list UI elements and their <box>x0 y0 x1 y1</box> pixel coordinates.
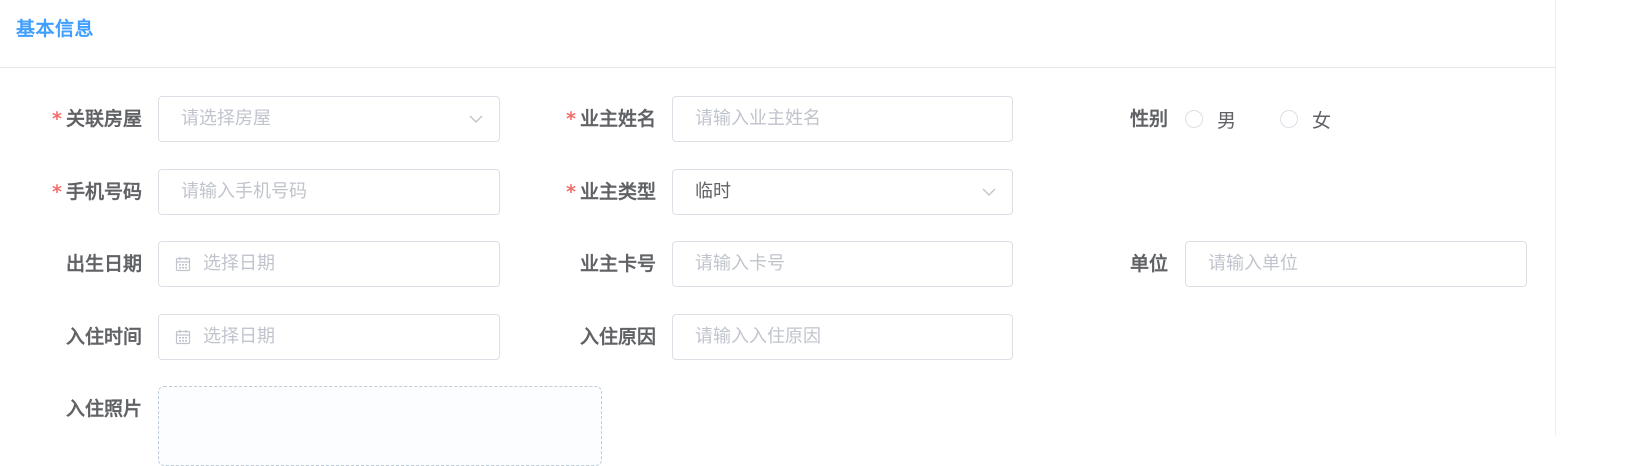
checkin-time-label: 入住时间 <box>65 326 142 348</box>
gender-option-female: 女 <box>1312 109 1332 132</box>
basic-info-card: 基本信息 * 关联房屋 请选择房屋 * 业主姓名 请输入业主姓名 性别 男 女 * 手… <box>0 0 1556 466</box>
house-placeholder: 请选择房屋 <box>181 108 271 129</box>
chevron-down-icon <box>982 170 996 214</box>
calendar-icon <box>175 315 191 359</box>
house-select[interactable]: 请选择房屋 <box>158 96 500 142</box>
radio-circle <box>1185 110 1203 128</box>
owner-name-input[interactable]: 请输入业主姓名 <box>672 96 1013 142</box>
phone-placeholder: 请输入手机号码 <box>181 181 307 202</box>
owner-name-placeholder: 请输入业主姓名 <box>695 108 821 129</box>
photo-upload-area[interactable] <box>158 386 602 466</box>
birthday-label: 出生日期 <box>65 253 142 275</box>
owner-name-label: * 业主姓名 <box>566 108 656 130</box>
calendar-icon <box>175 242 191 286</box>
phone-label: * 手机号码 <box>52 181 142 203</box>
owner-type-select[interactable]: 临时 <box>672 169 1013 215</box>
checkin-reason-label: 入住原因 <box>579 326 656 348</box>
company-label: 单位 <box>1129 253 1168 275</box>
gender-option-male: 男 <box>1217 109 1237 132</box>
radio-circle <box>1280 110 1299 128</box>
checkin-time-date-picker[interactable]: 选择日期 <box>158 314 500 360</box>
gender-radio-male[interactable]: 男 <box>1185 106 1236 133</box>
checkin-reason-input[interactable]: 请输入入住原因 <box>672 314 1013 360</box>
company-placeholder: 请输入单位 <box>1208 253 1298 274</box>
card-no-placeholder: 请输入卡号 <box>695 253 785 274</box>
required-mark: * <box>566 108 576 130</box>
gender-radio-female[interactable]: 女 <box>1280 106 1331 133</box>
birthday-placeholder: 选择日期 <box>203 253 275 274</box>
card-no-label: 业主卡号 <box>579 253 656 275</box>
phone-input[interactable]: 请输入手机号码 <box>158 169 500 215</box>
chevron-down-icon <box>469 97 483 141</box>
gender-label: 性别 <box>1129 108 1168 130</box>
required-mark: * <box>566 181 576 203</box>
company-input[interactable]: 请输入单位 <box>1185 241 1527 287</box>
birthday-date-picker[interactable]: 选择日期 <box>158 241 500 287</box>
card-header: 基本信息 <box>0 0 1556 68</box>
card-no-input[interactable]: 请输入卡号 <box>672 241 1013 287</box>
card-title: 基本信息 <box>16 18 95 40</box>
owner-type-value: 临时 <box>695 181 731 202</box>
house-label: * 关联房屋 <box>52 108 142 130</box>
checkin-reason-placeholder: 请输入入住原因 <box>695 326 821 347</box>
gender-radio-group: 男 女 <box>1185 96 1375 142</box>
checkin-time-placeholder: 选择日期 <box>203 326 275 347</box>
required-mark: * <box>52 108 62 130</box>
owner-type-label: * 业主类型 <box>566 181 656 203</box>
required-mark: * <box>52 181 62 203</box>
checkin-photo-label: 入住照片 <box>65 398 142 420</box>
